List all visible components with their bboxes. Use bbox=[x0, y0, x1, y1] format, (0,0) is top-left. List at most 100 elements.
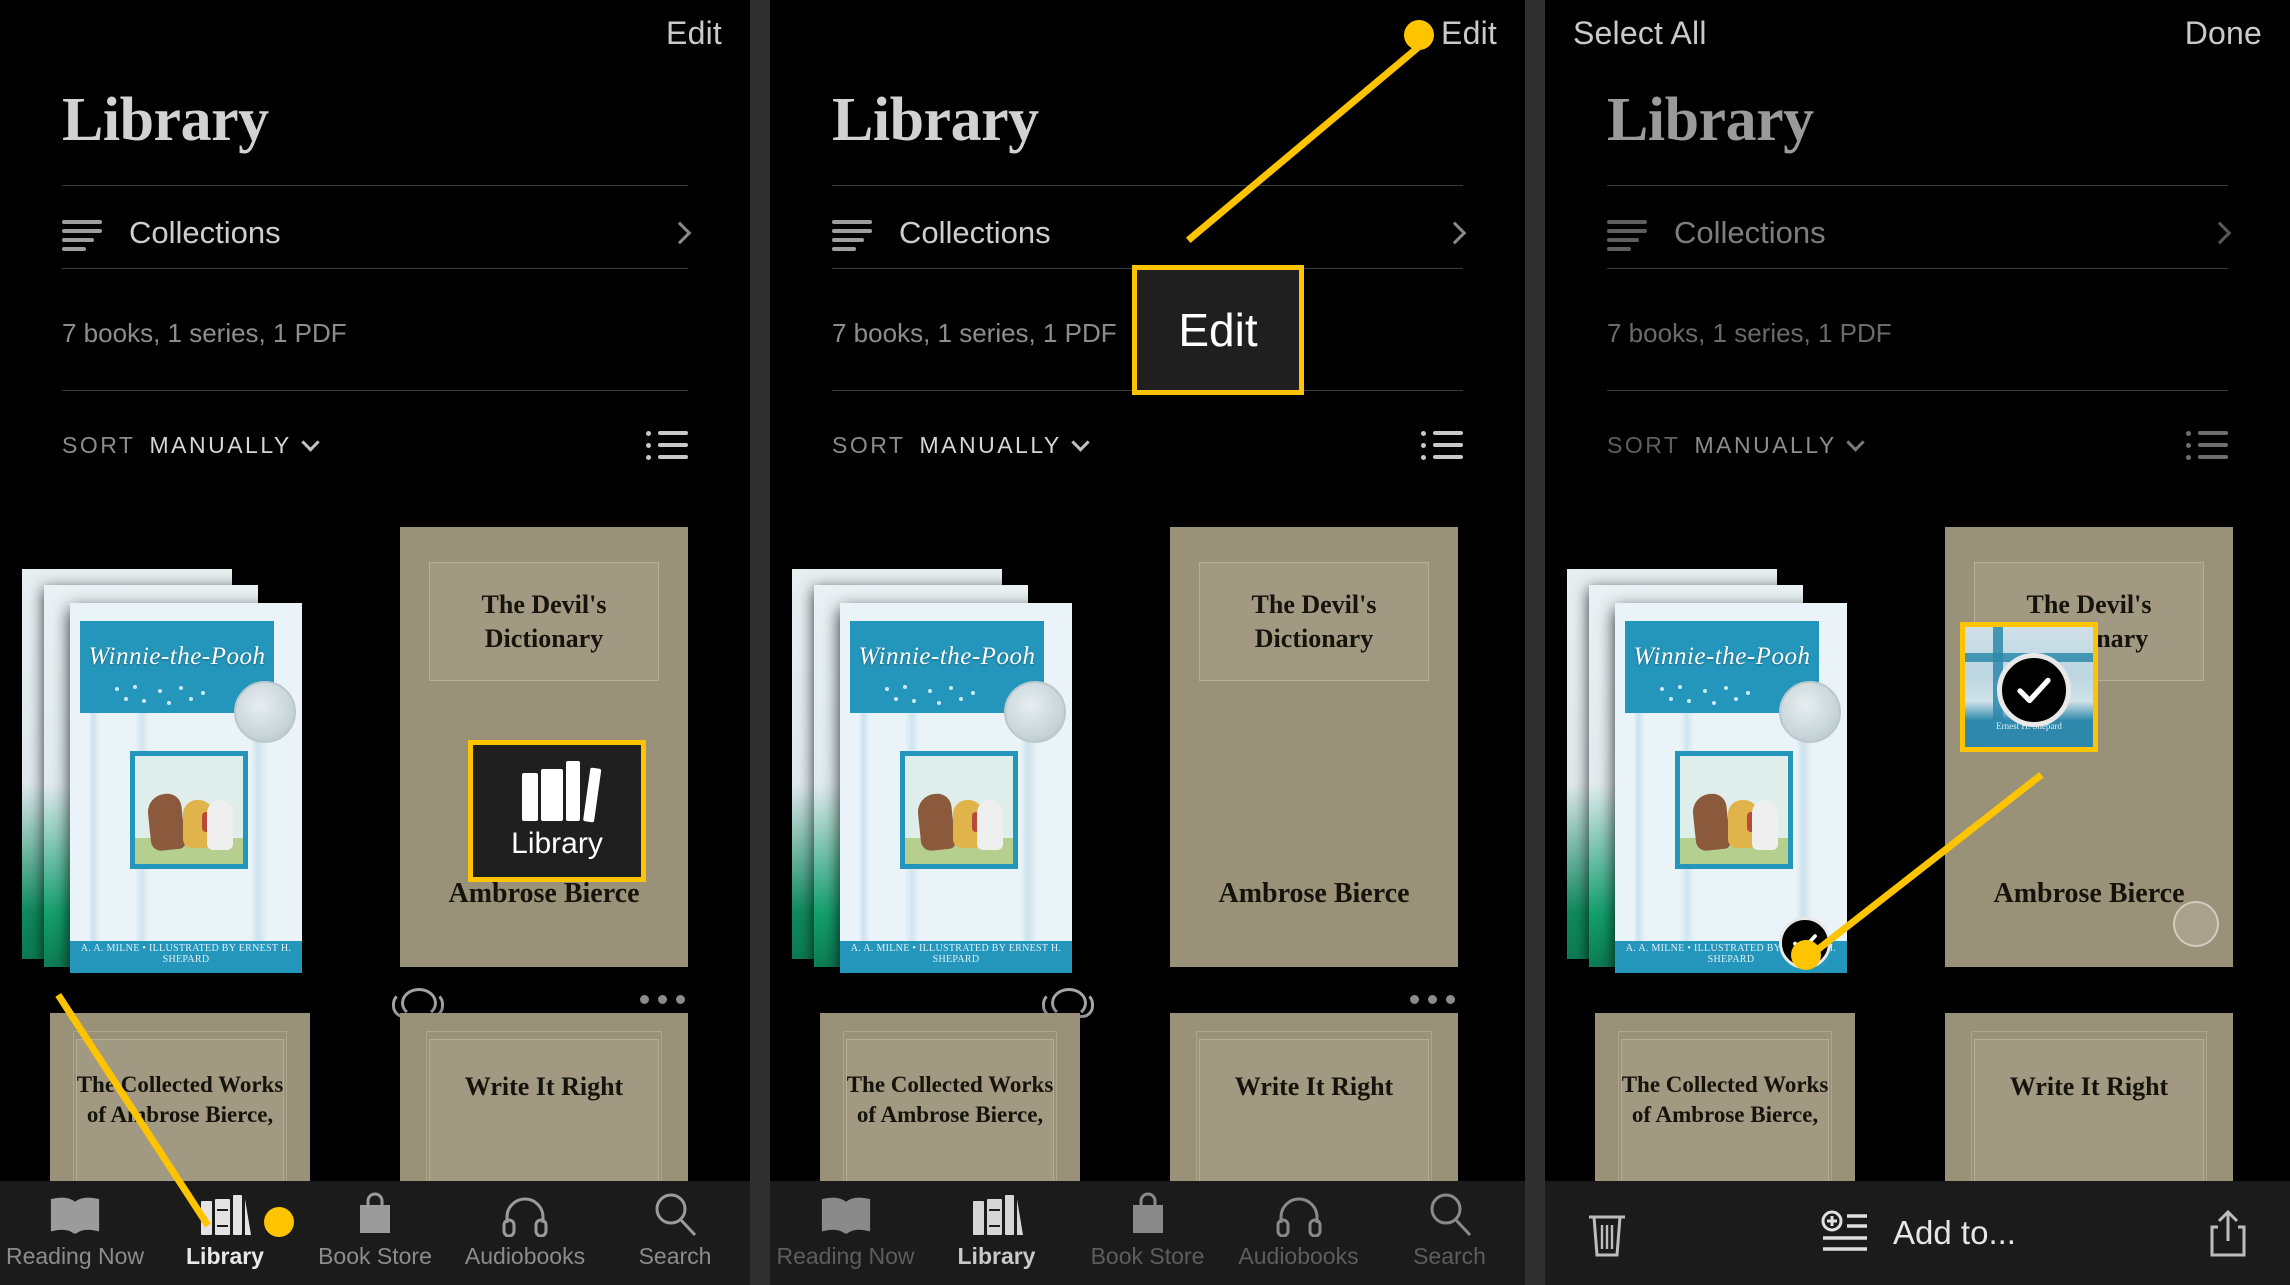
list-view-icon bbox=[2186, 429, 2228, 461]
unselected-circle-devils-dictionary[interactable] bbox=[2173, 901, 2219, 947]
sort-value: MANUALLY bbox=[1694, 431, 1837, 458]
sort-label: SORT bbox=[1607, 431, 1681, 458]
cw-title-text: The Collected Works of Ambrose Bierce, bbox=[76, 1072, 284, 1128]
tab-label-library: Library bbox=[186, 1243, 264, 1269]
annotation-callout-label: Library bbox=[511, 827, 603, 860]
tab-label-search: Search bbox=[638, 1243, 712, 1269]
tab-label-audiobooks: Audiobooks bbox=[464, 1243, 586, 1269]
tab-audiobooks[interactable]: Audiobooks bbox=[1223, 1181, 1374, 1270]
annotation-callout-edit: Edit bbox=[1132, 265, 1304, 395]
cw-title-text: The Collected Works of Ambrose Bierce, bbox=[846, 1072, 1054, 1128]
annotation-dot-marker bbox=[1404, 20, 1434, 50]
tab-search[interactable]: Search bbox=[1374, 1181, 1525, 1270]
pooh-front-cover: Winnie-the-Pooh A. A. MILNE • ILLUSTRATE… bbox=[70, 603, 302, 973]
chevron-down-icon bbox=[1846, 432, 1865, 452]
book-shelf: Winnie-the-Pooh A. A. MILNE • ILLUSTRATE… bbox=[0, 527, 750, 1285]
tab-label-library: Library bbox=[957, 1243, 1036, 1269]
pooh-credit-band: A. A. MILNE • ILLUSTRATED BY ERNEST H. S… bbox=[70, 941, 302, 973]
sort-value[interactable]: MANUALLY bbox=[919, 432, 1061, 459]
search-icon bbox=[1427, 1189, 1473, 1237]
panel1-navbar: Edit bbox=[0, 0, 750, 66]
cw-title-text: The Collected Works of Ambrose Bierce, bbox=[1621, 1072, 1829, 1128]
wr-title-text: Write It Right bbox=[2009, 1072, 2169, 1102]
tab-reading-now[interactable]: Reading Now bbox=[0, 1181, 150, 1270]
wr-title-text: Write It Right bbox=[1234, 1072, 1394, 1102]
divider-top bbox=[832, 185, 1463, 186]
edit-button[interactable]: Edit bbox=[1441, 15, 1497, 52]
pooh-award-seal bbox=[1779, 681, 1841, 743]
collections-label: Collections bbox=[129, 215, 281, 250]
panel-library-default: Edit Library Collections 7 books, 1 seri… bbox=[0, 0, 750, 1285]
shopping-bag-icon bbox=[1125, 1189, 1171, 1237]
library-counts: 7 books, 1 series, 1 PDF bbox=[1607, 318, 1892, 348]
edit-button[interactable]: Edit bbox=[666, 15, 722, 52]
tab-book-store[interactable]: Book Store bbox=[1072, 1181, 1223, 1270]
panel-divider-2 bbox=[1525, 0, 1545, 1285]
book-item-devils-dictionary[interactable]: The Devil's Dictionary Ambrose Bierce bbox=[1170, 527, 1458, 967]
dd-title-frame: The Devil's Dictionary bbox=[1198, 562, 1430, 681]
trash-button[interactable] bbox=[1585, 1207, 1629, 1259]
sort-label: SORT bbox=[832, 431, 906, 458]
screenshot-stage: Edit Library Collections 7 books, 1 seri… bbox=[0, 0, 2290, 1285]
pooh-title-text: Winnie-the-Pooh bbox=[858, 643, 1036, 670]
collections-lines-icon bbox=[832, 218, 872, 251]
open-book-icon bbox=[48, 1189, 102, 1237]
ellipsis-icon[interactable] bbox=[1410, 995, 1455, 1004]
panel1-content: Library Collections 7 books, 1 series, 1… bbox=[0, 0, 750, 1285]
book-shelf: Winnie-the-Pooh A. A. MILNE • ILLUSTRATE… bbox=[770, 527, 1525, 1285]
sort-row[interactable]: SORT MANUALLY bbox=[62, 425, 688, 465]
page-title: Library bbox=[62, 86, 269, 154]
ellipsis-icon[interactable] bbox=[640, 995, 685, 1004]
zoomed-selection-checkmark bbox=[1997, 653, 2071, 727]
sort-label: SORT bbox=[62, 431, 136, 458]
collections-row: Collections bbox=[1607, 200, 2232, 266]
list-view-icon[interactable] bbox=[1421, 429, 1463, 461]
tab-book-store[interactable]: Book Store bbox=[300, 1181, 450, 1270]
tab-audiobooks[interactable]: Audiobooks bbox=[450, 1181, 600, 1270]
collections-row[interactable]: Collections bbox=[832, 200, 1467, 266]
tab-library[interactable]: Library bbox=[921, 1181, 1072, 1270]
chevron-down-icon[interactable] bbox=[301, 432, 320, 452]
pooh-stars-art bbox=[90, 683, 244, 711]
tab-search[interactable]: Search bbox=[600, 1181, 750, 1270]
page-title: Library bbox=[832, 86, 1039, 154]
tab-label-audiobooks: Audiobooks bbox=[1238, 1243, 1359, 1269]
checkmark-icon bbox=[2017, 677, 2051, 704]
pooh-credit-text: A. A. MILNE • ILLUSTRATED BY ERNEST H. S… bbox=[80, 943, 292, 965]
chevron-down-icon[interactable] bbox=[1071, 432, 1090, 452]
library-books-icon bbox=[198, 1189, 252, 1237]
select-all-button[interactable]: Select All bbox=[1573, 15, 1707, 52]
list-view-icon[interactable] bbox=[646, 429, 688, 461]
add-to-label: Add to... bbox=[1893, 1214, 2016, 1251]
shopping-bag-icon bbox=[352, 1189, 398, 1237]
tab-label-search: Search bbox=[1413, 1243, 1486, 1269]
pooh-award-seal bbox=[1004, 681, 1066, 743]
panel-library-selection-mode: Select All Done Library Collections 7 bo… bbox=[1545, 0, 2290, 1285]
add-to-button[interactable]: Add to... bbox=[1629, 1207, 2206, 1259]
sort-value[interactable]: MANUALLY bbox=[149, 432, 291, 459]
pooh-title-text: Winnie-the-Pooh bbox=[88, 643, 266, 670]
tab-label-reading-now: Reading Now bbox=[5, 1243, 145, 1269]
sort-row[interactable]: SORT MANUALLY bbox=[832, 425, 1463, 465]
done-button[interactable]: Done bbox=[2185, 15, 2262, 52]
book-item-pooh-series[interactable]: Winnie-the-Pooh A. A. MILNE • ILLUSTRATE… bbox=[1567, 545, 1867, 985]
search-icon bbox=[652, 1189, 698, 1237]
book-item-pooh-series[interactable]: Winnie-the-Pooh A. A. MILNE • ILLUSTRATE… bbox=[792, 545, 1092, 985]
library-counts: 7 books, 1 series, 1 PDF bbox=[62, 318, 347, 348]
collections-row[interactable]: Collections bbox=[62, 200, 692, 266]
collections-label: Collections bbox=[1674, 215, 1826, 250]
collections-lines-icon bbox=[1607, 218, 1647, 251]
chevron-right-icon bbox=[2208, 221, 2232, 245]
dd-author-text: Ambrose Bierce bbox=[448, 877, 640, 909]
add-to-list-icon bbox=[1821, 1210, 1868, 1251]
open-book-icon bbox=[819, 1189, 873, 1237]
chevron-right-icon bbox=[668, 221, 692, 245]
panel3-content: Library Collections 7 books, 1 series, 1… bbox=[1545, 0, 2290, 1285]
divider-above-sort bbox=[62, 390, 688, 391]
collections-label: Collections bbox=[899, 215, 1051, 250]
share-icon bbox=[2210, 1209, 2246, 1257]
tab-reading-now[interactable]: Reading Now bbox=[770, 1181, 921, 1270]
share-button[interactable] bbox=[2206, 1207, 2250, 1259]
annotation-dot-marker bbox=[264, 1207, 294, 1237]
book-item-pooh-series[interactable]: Winnie-the-Pooh A. A. MILNE • ILLUSTRATE… bbox=[22, 545, 322, 985]
